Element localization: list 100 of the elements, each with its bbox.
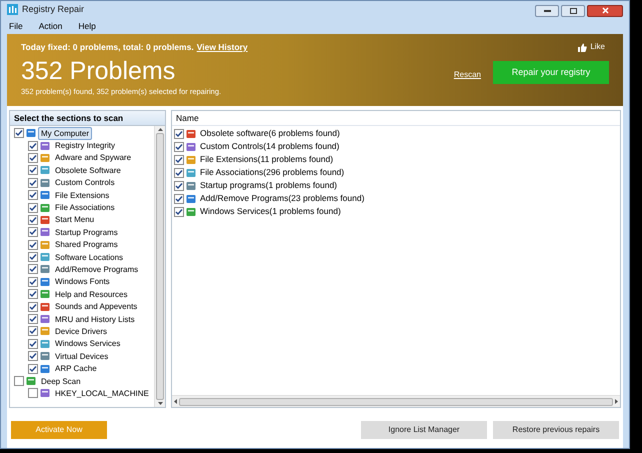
checkbox[interactable] — [28, 338, 38, 349]
scroll-right-icon — [615, 399, 618, 404]
tree-item[interactable]: Virtual Devices — [52, 350, 112, 363]
ignore-list-button[interactable]: Ignore List Manager — [361, 421, 487, 439]
checkbox[interactable] — [28, 178, 38, 188]
result-row[interactable]: Add/Remove Programs(23 problems found) — [200, 192, 364, 205]
checkbox[interactable] — [28, 227, 38, 238]
checkbox[interactable] — [28, 152, 38, 163]
app-logo-icon — [7, 4, 18, 15]
horizontal-scrollbar[interactable] — [172, 395, 620, 407]
result-row[interactable]: Startup programs(1 problems found) — [200, 179, 338, 192]
checkbox[interactable] — [28, 314, 38, 324]
category-icon — [40, 276, 50, 287]
like-button[interactable]: Like — [578, 41, 605, 53]
scroll-up-icon — [158, 128, 162, 131]
checkbox[interactable] — [28, 326, 38, 336]
thumbs-up-icon — [578, 42, 588, 52]
checkbox[interactable] — [174, 168, 184, 178]
window-title: Registry Repair — [22, 2, 84, 16]
category-icon — [40, 314, 50, 324]
tree-item[interactable]: Help and Resources — [52, 288, 130, 301]
checkbox[interactable] — [14, 128, 24, 138]
category-icon — [40, 178, 50, 188]
tree-item[interactable]: Custom Controls — [52, 176, 118, 190]
checkbox[interactable] — [174, 128, 184, 138]
minimize-button[interactable] — [535, 4, 559, 16]
tree-item[interactable]: MRU and History Lists — [52, 312, 138, 326]
tree-item[interactable]: Registry Integrity — [52, 139, 118, 152]
category-icon — [40, 202, 50, 213]
menu-item[interactable]: Action — [36, 20, 64, 32]
category-icon — [186, 180, 196, 190]
close-button[interactable] — [587, 4, 623, 16]
checkbox[interactable] — [174, 194, 184, 204]
tree-item[interactable]: Sounds and Appevents — [52, 300, 140, 314]
tree-item[interactable]: Device Drivers — [52, 324, 110, 338]
category-icon — [40, 302, 50, 312]
category-icon — [40, 289, 50, 300]
tree-item[interactable]: Adware and Spyware — [52, 151, 134, 164]
column-header[interactable]: Name — [172, 111, 620, 126]
category-icon — [40, 252, 50, 262]
result-row[interactable]: Custom Controls(14 problems found) — [200, 140, 340, 153]
checkbox[interactable] — [174, 142, 184, 152]
checkbox[interactable] — [28, 202, 38, 213]
checkbox[interactable] — [28, 351, 38, 362]
checkbox[interactable] — [174, 206, 184, 216]
checkbox[interactable] — [28, 140, 38, 151]
tree-item[interactable]: Obsolete Software — [52, 164, 124, 177]
scroll-down-icon — [158, 402, 162, 405]
result-row[interactable]: File Extensions(11 problems found) — [200, 153, 334, 166]
category-icon — [186, 168, 196, 178]
maximize-button[interactable] — [561, 4, 585, 16]
problems-headline: 352 Problems — [21, 56, 176, 86]
tree-item[interactable]: Software Locations — [52, 250, 126, 264]
category-icon — [40, 214, 50, 225]
tree-item[interactable]: Windows Services — [52, 337, 124, 350]
tree-item[interactable]: Startup Programs — [52, 226, 121, 239]
result-row[interactable]: File Associations(296 problems found) — [200, 166, 344, 179]
category-icon — [40, 140, 50, 151]
category-icon — [40, 388, 50, 398]
checkbox[interactable] — [14, 376, 24, 386]
tree-item[interactable]: Shared Programs — [52, 238, 121, 252]
tree-item[interactable]: ARP Cache — [52, 362, 100, 376]
checkbox[interactable] — [28, 264, 38, 274]
checkbox[interactable] — [28, 289, 38, 300]
menu-item[interactable]: File — [7, 20, 25, 32]
category-icon — [40, 240, 50, 250]
checkbox[interactable] — [28, 240, 38, 250]
tree-item[interactable]: File Extensions — [52, 188, 112, 202]
restore-button[interactable]: Restore previous repairs — [493, 421, 619, 439]
result-row[interactable]: Windows Services(1 problems found) — [200, 205, 341, 218]
checkbox[interactable] — [174, 154, 184, 164]
checkbox[interactable] — [28, 388, 38, 398]
category-icon — [40, 351, 50, 362]
tree-item[interactable]: Add/Remove Programs — [52, 263, 142, 276]
category-icon — [40, 364, 50, 374]
category-icon — [40, 190, 50, 200]
checkbox[interactable] — [28, 276, 38, 287]
tree-item[interactable]: HKEY_LOCAL_MACHINE — [52, 386, 152, 400]
category-icon — [186, 206, 196, 216]
category-icon — [40, 338, 50, 349]
tree-item[interactable]: Deep Scan — [38, 374, 84, 388]
rescan-link[interactable]: Rescan — [454, 69, 481, 81]
result-row[interactable]: Obsolete software(6 problems found) — [200, 127, 340, 140]
checkbox[interactable] — [174, 180, 184, 190]
tree-item[interactable]: Windows Fonts — [52, 275, 113, 288]
tree-item[interactable]: My Computer — [38, 126, 92, 140]
summary-text: Today fixed: 0 problems, total: 0 problems. — [21, 41, 194, 54]
tree-item[interactable]: File Associations — [52, 201, 118, 214]
checkbox[interactable] — [28, 302, 38, 312]
checkbox[interactable] — [28, 165, 38, 176]
panel-header: Select the sections to scan — [10, 111, 165, 126]
category-icon — [26, 128, 36, 138]
vertical-scrollbar[interactable] — [154, 126, 165, 407]
checkbox[interactable] — [28, 252, 38, 262]
tree-item[interactable]: Start Menu — [52, 213, 98, 226]
checkbox[interactable] — [28, 214, 38, 225]
checkbox[interactable] — [28, 190, 38, 200]
category-icon — [186, 194, 196, 204]
menu-item[interactable]: Help — [76, 20, 98, 32]
checkbox[interactable] — [28, 364, 38, 374]
